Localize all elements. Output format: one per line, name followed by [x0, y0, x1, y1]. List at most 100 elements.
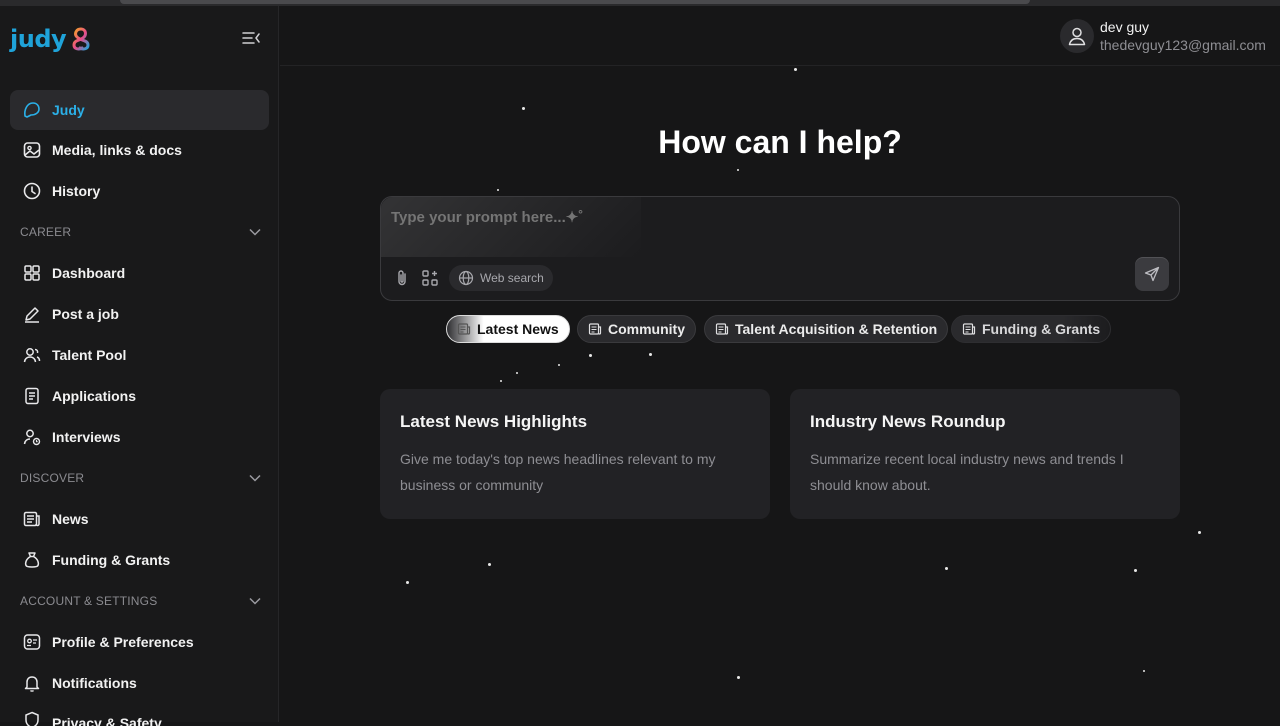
sidebar-item-label: Profile & Preferences	[52, 634, 194, 650]
sidebar-collapse-button[interactable]	[241, 28, 261, 48]
menu-collapse-icon	[242, 32, 260, 44]
sidebar-item-privacy[interactable]: Privacy & Safety	[10, 704, 269, 726]
section-label: DISCOVER	[20, 471, 85, 485]
sidebar-item-label: Applications	[52, 388, 137, 404]
prompt-input[interactable]	[391, 207, 1091, 227]
newspaper-icon	[962, 323, 976, 335]
decorative-star	[737, 676, 740, 679]
page-title: How can I help?	[658, 124, 902, 160]
sidebar-item-funding[interactable]: Funding & Grants	[10, 540, 269, 580]
sidebar-item-label: History	[52, 183, 101, 199]
sidebar-item-label: Funding & Grants	[52, 552, 171, 568]
newspaper-icon	[715, 323, 729, 335]
decorative-star	[737, 169, 739, 171]
section-label: CAREER	[20, 225, 72, 239]
decorative-star	[794, 68, 797, 71]
sidebar-item-judy[interactable]: Judy	[10, 90, 269, 130]
decorative-star	[589, 354, 592, 357]
apps-button[interactable]	[421, 269, 439, 287]
decorative-star	[1134, 569, 1137, 572]
decorative-star	[945, 567, 948, 570]
sidebar-item-label: Media, links & docs	[52, 142, 182, 158]
card-title: Latest News Highlights	[400, 412, 588, 431]
decorative-star	[516, 372, 518, 374]
chip-latest-news[interactable]: Latest News	[446, 315, 570, 343]
suggestion-card[interactable]: Latest News Highlights Give me today's t…	[380, 389, 770, 519]
chevron-down-icon	[249, 597, 261, 605]
sidebar-item-history[interactable]: History	[10, 171, 269, 211]
newspaper-icon	[588, 323, 602, 335]
sidebar-item-dashboard[interactable]: Dashboard	[10, 253, 269, 293]
sidebar-item-label: Interviews	[52, 429, 121, 445]
decorative-star	[1198, 531, 1201, 534]
sidebar-item-post-job[interactable]: Post a job	[10, 294, 269, 334]
section-account-settings[interactable]: ACCOUNT & SETTINGS	[10, 589, 269, 613]
sidebar-item-label: Dashboard	[52, 265, 126, 281]
decorative-star	[522, 107, 525, 110]
decorative-star	[500, 380, 502, 382]
header-divider	[280, 65, 1280, 66]
newspaper-icon	[457, 323, 471, 335]
chevron-down-icon	[249, 228, 261, 236]
web-search-label: Web search	[480, 271, 544, 285]
avatar	[1060, 19, 1094, 53]
decorative-star	[488, 563, 491, 566]
chip-community[interactable]: Community	[577, 315, 696, 343]
decorative-star	[558, 364, 560, 366]
prompt-box: Web search	[380, 196, 1180, 301]
section-label: ACCOUNT & SETTINGS	[20, 594, 158, 608]
section-career[interactable]: CAREER	[10, 220, 269, 244]
globe-icon	[458, 270, 474, 286]
bell-icon	[22, 673, 42, 693]
chip-label: Talent Acquisition & Retention	[735, 321, 938, 337]
sidebar-item-interviews[interactable]: Interviews	[10, 417, 269, 457]
send-button[interactable]	[1135, 257, 1169, 291]
section-discover[interactable]: DISCOVER	[10, 466, 269, 490]
document-icon	[22, 386, 42, 406]
sidebar-item-notifications[interactable]: Notifications	[10, 663, 269, 703]
chip-label: Community	[608, 321, 685, 337]
money-bag-icon	[22, 550, 42, 570]
card-description: Give me today's top news headlines relev…	[400, 451, 716, 493]
prompt-glow	[381, 197, 641, 257]
user-clock-icon	[22, 427, 42, 447]
grid-icon	[22, 263, 42, 283]
chat-icon	[22, 100, 42, 120]
sidebar-item-label: Notifications	[52, 675, 137, 691]
attach-button[interactable]	[393, 269, 411, 287]
sidebar-item-media[interactable]: Media, links & docs	[10, 130, 269, 170]
decorative-star	[406, 581, 409, 584]
profile-card-icon	[22, 632, 42, 652]
paperclip-icon	[398, 270, 406, 286]
sidebar-item-applications[interactable]: Applications	[10, 376, 269, 416]
sidebar-item-label: Privacy & Safety	[52, 715, 162, 726]
web-search-toggle[interactable]: Web search	[449, 265, 553, 291]
sidebar-item-label: News	[52, 511, 89, 527]
user-info: dev guy thedevguy123@gmail.com	[1100, 18, 1266, 54]
shield-icon	[22, 710, 42, 726]
logo-text: judy	[10, 25, 67, 53]
suggestion-card[interactable]: Industry News Roundup Summarize recent l…	[790, 389, 1180, 519]
decorative-star	[1143, 670, 1145, 672]
newspaper-icon	[22, 509, 42, 529]
decorative-star	[649, 353, 652, 356]
sidebar-item-label: Post a job	[52, 306, 119, 322]
decorative-star	[497, 189, 499, 191]
sidebar-item-news[interactable]: News	[10, 499, 269, 539]
sidebar-item-talent-pool[interactable]: Talent Pool	[10, 335, 269, 375]
users-icon	[22, 345, 42, 365]
image-icon	[22, 140, 42, 160]
logo-mark-icon	[72, 27, 90, 51]
judy-logo[interactable]: judy	[10, 24, 94, 54]
clock-icon	[22, 181, 42, 201]
user-email: thedevguy123@gmail.com	[1100, 37, 1266, 53]
chip-talent-acquisition[interactable]: Talent Acquisition & Retention	[704, 315, 949, 343]
sidebar: judy Judy Media, links & docs History CA…	[0, 6, 279, 726]
user-menu[interactable]: dev guy thedevguy123@gmail.com	[1060, 16, 1266, 56]
chevron-down-icon	[249, 474, 261, 482]
pencil-icon	[22, 304, 42, 324]
chip-funding-grants[interactable]: Funding & Grants	[951, 315, 1112, 343]
user-icon	[1068, 27, 1086, 46]
sidebar-item-profile[interactable]: Profile & Preferences	[10, 622, 269, 662]
sidebar-item-label: Talent Pool	[52, 347, 127, 363]
